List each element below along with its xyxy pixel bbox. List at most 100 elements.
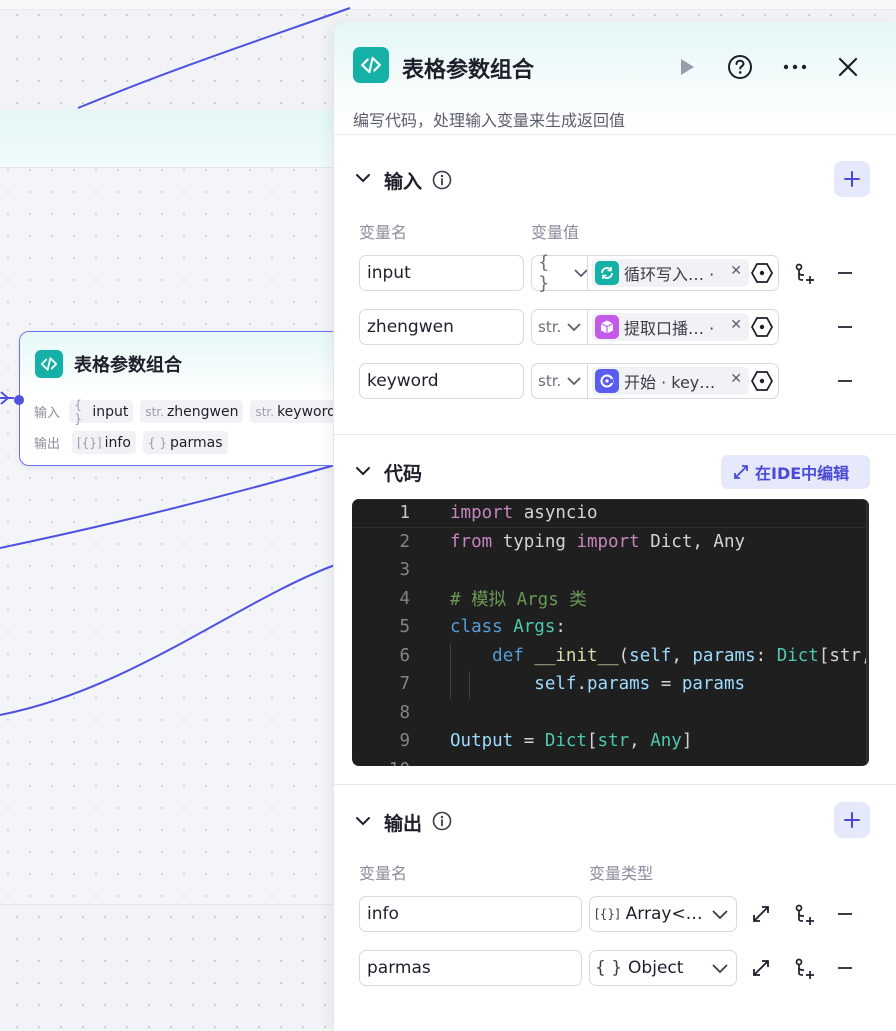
info-icon[interactable] bbox=[432, 811, 452, 831]
panel-title[interactable]: 表格参数组合 bbox=[402, 52, 534, 84]
line-number: 4 bbox=[399, 588, 410, 609]
chevron-down-icon bbox=[574, 269, 587, 278]
code-section-title: 代码 bbox=[384, 463, 423, 485]
indent-guide bbox=[469, 671, 470, 699]
code-line: class Args: bbox=[450, 617, 566, 638]
input-var-name-field[interactable]: input bbox=[359, 255, 524, 291]
type-select[interactable]: { } bbox=[532, 252, 588, 294]
expand-icon[interactable] bbox=[752, 905, 770, 923]
output-type-select[interactable]: { } Object bbox=[589, 950, 737, 986]
branch-add-icon[interactable] bbox=[794, 904, 816, 926]
remove-input-button[interactable] bbox=[838, 326, 852, 328]
node-input-chip: str. zhengwen bbox=[140, 400, 244, 423]
output-var-name-field[interactable]: parmas bbox=[359, 950, 582, 986]
input-col-value-header: 变量值 bbox=[531, 223, 580, 242]
code-section: 代码 在IDE中编辑 1 import asyncio 2 from typing … bbox=[334, 435, 896, 785]
expand-icon bbox=[734, 465, 748, 479]
chevron-down-icon[interactable] bbox=[355, 816, 371, 828]
close-button[interactable] bbox=[835, 54, 861, 80]
line-number: 3 bbox=[399, 560, 410, 581]
code-node-title: 表格参数组合 bbox=[74, 355, 182, 376]
type-select[interactable]: str. bbox=[532, 364, 588, 398]
expand-icon[interactable] bbox=[752, 959, 770, 977]
remove-input-button[interactable] bbox=[838, 380, 852, 382]
select-variable-icon[interactable] bbox=[751, 370, 773, 392]
chevron-down-icon bbox=[712, 964, 728, 974]
branch-add-icon[interactable] bbox=[794, 263, 816, 285]
editor-scrollbar[interactable] bbox=[866, 499, 869, 766]
chevron-down-icon bbox=[567, 323, 581, 332]
edge-middle bbox=[0, 464, 336, 549]
node-input-port[interactable] bbox=[14, 395, 24, 405]
add-input-button[interactable] bbox=[834, 161, 870, 197]
select-variable-icon[interactable] bbox=[751, 316, 773, 338]
remove-reference-icon[interactable]: ✕ bbox=[730, 317, 742, 333]
type-select[interactable]: str. bbox=[532, 310, 588, 344]
line-number: 9 bbox=[399, 731, 410, 752]
code-editor[interactable]: 1 import asyncio 2 from typing import Dict… bbox=[352, 499, 869, 766]
edit-in-ide-button[interactable]: 在IDE中编辑 bbox=[721, 455, 870, 489]
run-button[interactable] bbox=[674, 54, 700, 80]
line-number: 6 bbox=[399, 645, 410, 666]
remove-reference-icon[interactable]: ✕ bbox=[730, 263, 742, 279]
input-var-value-field[interactable]: str. 开始 · key… ✕ bbox=[531, 363, 779, 399]
input-col-name-header: 变量名 bbox=[359, 223, 408, 242]
play-icon bbox=[681, 59, 694, 75]
start-icon bbox=[595, 369, 619, 393]
output-col-name-header: 变量名 bbox=[359, 864, 408, 883]
help-button[interactable] bbox=[727, 54, 753, 80]
line-number: 2 bbox=[399, 531, 410, 552]
output-type-select[interactable]: [{}] Array<… bbox=[589, 896, 737, 932]
panel-header: 表格参数组合 编写代码，处理输入变量来生成返回值 bbox=[334, 22, 896, 135]
edge-bottom bbox=[0, 564, 336, 716]
code-line: from typing import Dict, Any bbox=[450, 531, 746, 552]
node-input-chip: { } input bbox=[69, 398, 134, 426]
input-var-name-field[interactable]: zhengwen bbox=[359, 309, 524, 345]
more-button[interactable] bbox=[782, 54, 808, 80]
chevron-down-icon[interactable] bbox=[355, 173, 371, 185]
line-number: 7 bbox=[399, 674, 410, 695]
select-variable-icon[interactable] bbox=[751, 262, 773, 284]
chevron-down-icon bbox=[712, 910, 728, 920]
indent-guide bbox=[450, 643, 451, 699]
code-line: # 模拟 Args 类 bbox=[450, 590, 587, 611]
line-number: 10 bbox=[352, 760, 410, 766]
remove-output-button[interactable] bbox=[838, 967, 852, 969]
code-node-card[interactable]: 表格参数组合 输入 { } input str. zhengwen str. keyw… bbox=[19, 331, 349, 466]
input-var-value-field[interactable]: { } 循环写入… · ✕ bbox=[531, 252, 779, 294]
cube-icon bbox=[595, 315, 619, 339]
output-section-title: 输出 bbox=[384, 813, 423, 835]
edge-top bbox=[77, 7, 351, 109]
panel-description[interactable]: 编写代码，处理输入变量来生成返回值 bbox=[353, 107, 625, 131]
remove-reference-icon[interactable]: ✕ bbox=[730, 371, 742, 387]
close-icon bbox=[838, 57, 858, 77]
branch-add-icon[interactable] bbox=[794, 958, 816, 980]
remove-output-button[interactable] bbox=[838, 913, 852, 915]
reference-chip[interactable]: 开始 · key… ✕ bbox=[592, 367, 749, 395]
chevron-down-icon[interactable] bbox=[355, 466, 371, 478]
input-section-title: 输入 bbox=[384, 171, 423, 193]
plus-icon bbox=[844, 171, 860, 187]
chevron-down-icon bbox=[567, 377, 581, 386]
code-line: import asyncio bbox=[450, 503, 598, 524]
add-output-button[interactable] bbox=[834, 802, 870, 838]
remove-input-button[interactable] bbox=[838, 272, 852, 274]
code-node-header: 表格参数组合 bbox=[20, 332, 348, 396]
code-icon bbox=[353, 47, 389, 83]
info-icon[interactable] bbox=[432, 170, 452, 190]
reference-chip[interactable]: 循环写入… · ✕ bbox=[592, 259, 749, 287]
output-var-name-field[interactable]: info bbox=[359, 896, 582, 932]
line-number: 5 bbox=[399, 617, 410, 638]
input-var-value-field[interactable]: str. 提取口播… · ✕ bbox=[531, 309, 779, 345]
input-section: 输入 变量名 变量值 input { } 循环写入… · ✕ zhengwen … bbox=[334, 135, 896, 435]
code-icon bbox=[35, 350, 63, 378]
code-node-outputs-row: 输出 [{}] info { } parmas bbox=[20, 427, 348, 458]
code-line: Output = Dict[str, Any] bbox=[450, 731, 693, 752]
reference-chip[interactable]: 提取口播… · ✕ bbox=[592, 313, 749, 341]
help-circle-icon bbox=[728, 55, 752, 79]
input-var-name-field[interactable]: keyword bbox=[359, 363, 524, 399]
node-output-chip: [{}] info bbox=[72, 431, 136, 454]
output-col-type-header: 变量类型 bbox=[589, 864, 654, 883]
line-number: 8 bbox=[399, 702, 410, 723]
loop-icon bbox=[595, 261, 619, 285]
